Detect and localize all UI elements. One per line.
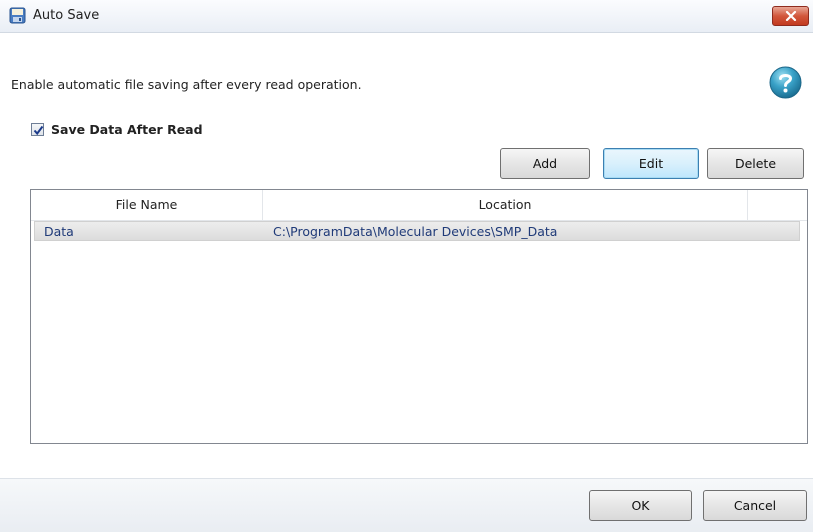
ok-button[interactable]: OK bbox=[589, 490, 692, 521]
auto-save-files-table: File Name Location Data C:\ProgramData\M… bbox=[30, 189, 808, 444]
close-icon bbox=[785, 11, 796, 21]
title-bar: Auto Save bbox=[0, 0, 813, 33]
delete-button[interactable]: Delete bbox=[707, 148, 804, 179]
window-title: Auto Save bbox=[33, 8, 100, 23]
table-row[interactable]: Data C:\ProgramData\Molecular Devices\SM… bbox=[34, 221, 800, 241]
cancel-button[interactable]: Cancel bbox=[703, 490, 807, 521]
add-button[interactable]: Add bbox=[500, 148, 590, 179]
auto-save-dialog: Auto Save Enable automatic file saving a… bbox=[0, 0, 813, 532]
column-header-location[interactable]: Location bbox=[263, 190, 748, 220]
description-text: Enable automatic file saving after every… bbox=[11, 77, 362, 92]
help-icon[interactable] bbox=[769, 66, 802, 99]
save-data-after-read-option: Save Data After Read bbox=[31, 121, 203, 137]
file-name-cell: Data bbox=[44, 224, 74, 239]
checkmark-icon bbox=[33, 125, 44, 135]
column-header-file-name[interactable]: File Name bbox=[31, 190, 263, 220]
save-data-after-read-checkbox[interactable] bbox=[31, 122, 44, 136]
save-disk-icon bbox=[9, 7, 26, 24]
table-header: File Name Location bbox=[31, 190, 807, 221]
close-button[interactable] bbox=[772, 6, 809, 26]
edit-button[interactable]: Edit bbox=[603, 148, 699, 179]
location-cell: C:\ProgramData\Molecular Devices\SMP_Dat… bbox=[273, 224, 558, 239]
save-data-after-read-label[interactable]: Save Data After Read bbox=[51, 122, 203, 137]
